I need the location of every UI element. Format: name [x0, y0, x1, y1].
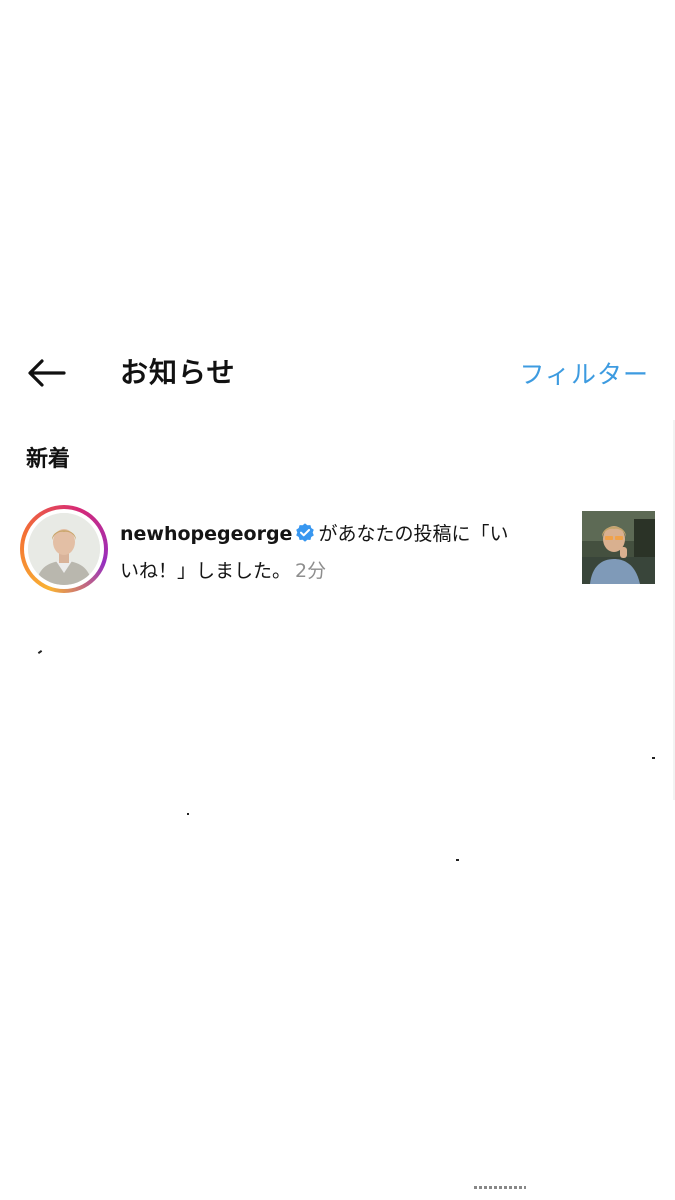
- story-ring[interactable]: [20, 505, 108, 593]
- username-link[interactable]: newhopegeorge: [120, 523, 292, 545]
- post-thumbnail[interactable]: [582, 511, 655, 584]
- timestamp: 2分: [295, 560, 327, 582]
- verified-badge-icon: [296, 523, 315, 542]
- notifications-screen: お知らせ フィルター 新着 newhopegeorge があなたの投稿に「いいね…: [0, 0, 675, 1200]
- arrow-left-icon: [28, 359, 66, 387]
- top-bar: お知らせ フィルター: [0, 340, 675, 406]
- avatar-gap: [24, 509, 104, 589]
- filter-button[interactable]: フィルター: [519, 356, 649, 394]
- screen-artifact: [456, 859, 459, 861]
- screen-artifact: [474, 1186, 526, 1189]
- section-heading-new: 新着: [26, 447, 71, 472]
- notification-item[interactable]: newhopegeorge があなたの投稿に「いいね！」しました。 2分: [0, 500, 675, 600]
- screen-artifact: [652, 757, 655, 759]
- avatar-photo: [28, 513, 100, 585]
- notification-text: newhopegeorge があなたの投稿に「いいね！」しました。 2分: [120, 516, 520, 590]
- post-thumbnail-image: [582, 511, 655, 584]
- page-title: お知らせ: [120, 356, 236, 389]
- back-button[interactable]: [24, 354, 68, 392]
- screen-artifact: [37, 650, 43, 654]
- avatar: [28, 513, 100, 585]
- screen-artifact: [187, 813, 189, 815]
